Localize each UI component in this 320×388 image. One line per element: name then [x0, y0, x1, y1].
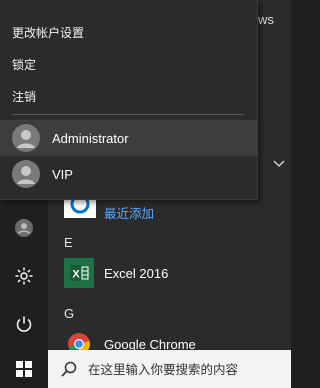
- account-flyout: 更改帐户设置 锁定 注销 Administrator VIP: [0, 0, 258, 200]
- chevron-down-icon[interactable]: [272, 158, 286, 168]
- user-name: Administrator: [52, 130, 129, 146]
- excel-icon: X: [64, 258, 94, 288]
- power-icon[interactable]: [10, 310, 38, 338]
- settings-icon[interactable]: [10, 262, 38, 290]
- divider: [12, 114, 244, 115]
- partial-title-text: ws: [258, 12, 274, 27]
- svg-text:X: X: [72, 269, 80, 281]
- user-account-icon[interactable]: [10, 214, 38, 242]
- user-name: VIP: [52, 166, 73, 182]
- lock-item[interactable]: 锁定: [12, 56, 36, 73]
- app-label: Excel 2016: [104, 265, 169, 281]
- app-excel[interactable]: X Excel 2016: [64, 256, 284, 290]
- section-letter-e[interactable]: E: [64, 235, 73, 250]
- search-input[interactable]: [88, 361, 288, 377]
- user-avatar-icon: [12, 124, 40, 152]
- windows-logo-icon: [16, 361, 32, 377]
- recently-added-label: 最近添加: [104, 207, 155, 221]
- section-letter-g[interactable]: G: [64, 306, 74, 321]
- taskbar-search-box[interactable]: [48, 350, 291, 388]
- user-row-administrator[interactable]: Administrator: [0, 120, 258, 156]
- search-icon: [61, 361, 77, 377]
- sign-out-item[interactable]: 注销: [12, 88, 36, 105]
- user-avatar-icon: [12, 160, 40, 188]
- taskbar: [0, 350, 291, 388]
- user-row-vip[interactable]: VIP: [0, 156, 258, 192]
- start-button[interactable]: [0, 350, 48, 388]
- change-account-settings[interactable]: 更改帐户设置: [12, 24, 84, 41]
